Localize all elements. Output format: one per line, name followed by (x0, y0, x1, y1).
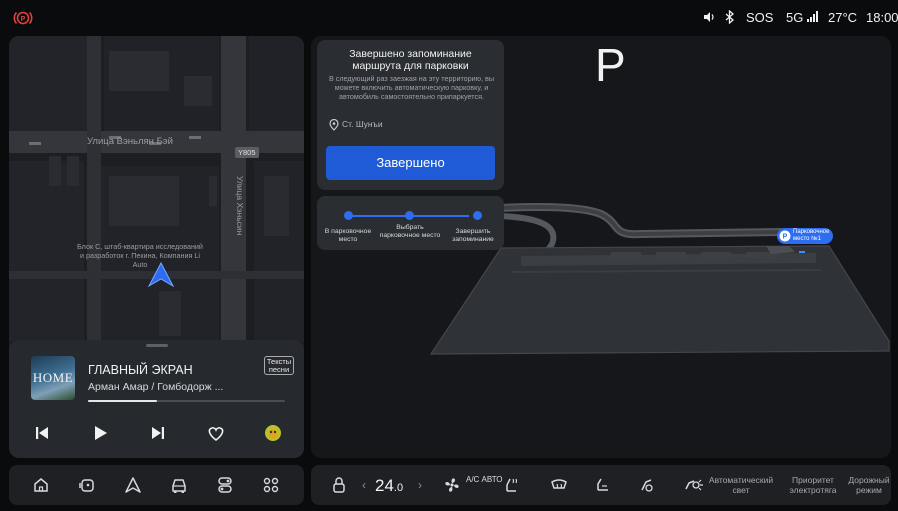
seat-lock-icon (333, 477, 345, 493)
clock: 18:00 (866, 10, 898, 25)
album-art-text: HOME (32, 370, 74, 385)
svg-text:P: P (783, 234, 788, 241)
step-dot-2 (405, 211, 414, 220)
card-title: Завершено запоминание маршрута для парко… (349, 48, 472, 72)
signal-icon (806, 11, 818, 22)
sos-button[interactable]: SOS (746, 10, 773, 26)
auto-light-icon (683, 475, 703, 495)
temperature-decimal: .0 (393, 482, 404, 494)
navigation-icon (125, 477, 141, 493)
temperature-down-button[interactable]: ‹ (362, 478, 366, 492)
parking-panel: P Завершено запоминание маршрута для пар… (311, 36, 891, 458)
seat-ventilation-button[interactable] (593, 475, 613, 495)
previous-icon (36, 427, 48, 439)
step-label-1: В парковочное место (324, 228, 372, 243)
media-player[interactable]: HOME ГЛАВНЫЙ ЭКРАН Арман Амар / Гомбодор… (9, 340, 304, 458)
status-bar: P SOS 5G 27°C 18:00 (0, 0, 898, 34)
location-pin-icon (329, 118, 339, 136)
heart-icon (208, 427, 224, 442)
home-button[interactable] (31, 475, 51, 495)
step-dot-1 (344, 211, 353, 220)
apps-button[interactable] (261, 475, 281, 495)
previous-track-button[interactable] (31, 422, 53, 444)
steering-heat-button[interactable] (637, 475, 657, 495)
card-description: В следующий раз заезжая на эту территори… (328, 74, 495, 101)
vehicle-button[interactable] (169, 475, 189, 495)
fan-icon (445, 478, 459, 492)
temperature-up-button[interactable]: › (418, 478, 422, 492)
navigation-button[interactable] (123, 475, 143, 495)
progress-bar[interactable] (88, 400, 285, 402)
media-app-button[interactable] (77, 475, 97, 495)
memory-complete-card: Завершено запоминание маршрута для парко… (317, 40, 504, 190)
network-label: 5G (786, 10, 804, 25)
done-button[interactable]: Завершено (326, 146, 495, 180)
spot-tag-label: Парковочное место №1 (793, 229, 830, 242)
seat-icon (597, 478, 608, 491)
steering-heat-icon (641, 479, 653, 492)
step-label-2: Выбрать парковочное место (379, 224, 441, 239)
music-app-button[interactable] (262, 422, 284, 444)
track-artist: Арман Амар / Гомбодорж ... (88, 381, 224, 393)
seat-occupant-button[interactable] (329, 475, 349, 495)
play-button[interactable] (89, 422, 111, 444)
app-dock (9, 465, 304, 505)
track-title: ГЛАВНЫЙ ЭКРАН (88, 363, 193, 377)
front-defrost-icon (551, 479, 567, 489)
bluetooth-icon[interactable] (724, 9, 736, 28)
volume-icon[interactable] (702, 10, 716, 28)
street-name-horizontal: Улица Вэньлян Бэй (87, 136, 173, 147)
location-name: Ст. Шунъи (342, 119, 383, 129)
progress-fill (88, 400, 157, 402)
seat-heat-icon (506, 478, 518, 492)
temperature-value: 24 (375, 476, 394, 495)
lyrics-button[interactable]: Тексты песни (264, 356, 294, 375)
front-defrost-button[interactable] (549, 475, 569, 495)
ac-auto-button[interactable]: A/C АВТО (466, 475, 502, 485)
toggles-icon (218, 477, 232, 493)
temperature-display[interactable]: 24.0 (375, 476, 403, 496)
road-badge: Y805 (235, 147, 259, 158)
network-indicator: 5G (786, 10, 819, 26)
home-icon (34, 478, 48, 492)
step-dot-3 (473, 211, 482, 220)
next-icon (152, 427, 164, 439)
navigation-arrow-icon (147, 261, 175, 293)
road-mode-button[interactable]: Дорожный режим (847, 475, 891, 495)
controls-button[interactable] (215, 475, 235, 495)
electric-priority-button[interactable]: Приоритет электротяга (783, 475, 843, 495)
parking-brake-icon: P (13, 9, 33, 27)
auto-light-button[interactable]: Автоматический свет (705, 475, 777, 495)
parking-spot-tag[interactable]: P Парковочное место №1 (777, 228, 833, 251)
poi-label: Блок С, штаб-квартира исследований и раз… (77, 242, 203, 269)
step-label-3: Завершить запоминание (452, 228, 494, 243)
seat-heating-button[interactable] (501, 475, 521, 495)
music-app-icon (265, 425, 281, 441)
media-icon (79, 479, 94, 492)
drag-handle[interactable] (146, 344, 168, 347)
apps-grid-icon (263, 477, 279, 493)
street-name-vertical: Улица Хэньсин (235, 176, 245, 236)
climate-bar: ‹ 24.0 › A/C АВТО Автоматический свет Пр… (311, 465, 891, 505)
outside-temperature: 27°C (828, 10, 858, 25)
car-icon (172, 479, 186, 493)
svg-text:P: P (21, 16, 26, 23)
album-art: HOME (31, 356, 75, 400)
fan-button[interactable] (442, 475, 462, 495)
next-track-button[interactable] (147, 422, 169, 444)
play-icon (95, 426, 107, 440)
progress-steps: В парковочное место Выбрать парковочное … (317, 196, 504, 250)
favorite-button[interactable] (205, 422, 227, 444)
gear-indicator: P (595, 39, 626, 91)
